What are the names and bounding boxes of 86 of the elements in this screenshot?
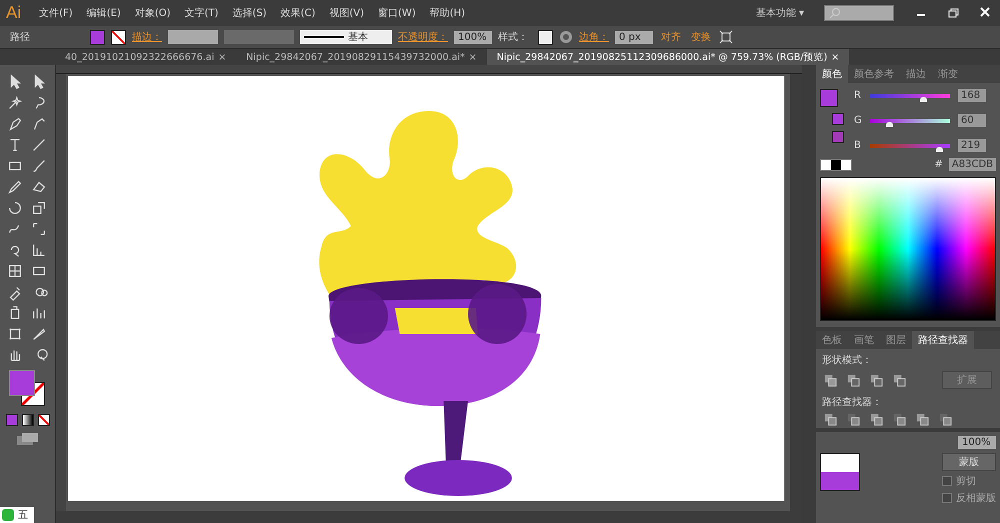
- slider-thumb[interactable]: [886, 122, 894, 126]
- stroke-label[interactable]: 描边：: [132, 30, 162, 44]
- panel-tab[interactable]: 颜色: [816, 65, 848, 83]
- channel-value-field[interactable]: 168: [958, 89, 986, 102]
- shape-mode-icon[interactable]: [824, 374, 837, 386]
- recolor-icon[interactable]: [559, 30, 573, 44]
- fill-and-stroke-swatches[interactable]: [8, 370, 46, 408]
- style-swatch[interactable]: [538, 30, 553, 44]
- align-link[interactable]: 对齐: [659, 30, 683, 44]
- menu-item[interactable]: 帮助(H): [424, 6, 472, 20]
- panel-tab[interactable]: 图层: [880, 331, 912, 349]
- menu-item[interactable]: 文字(T): [178, 6, 224, 20]
- panel-tab[interactable]: 路径查找器: [912, 331, 974, 349]
- channel-label: R: [854, 90, 862, 101]
- stroke-profile-dropdown[interactable]: 基本: [300, 30, 392, 44]
- search-icon: [829, 7, 841, 19]
- document-tab[interactable]: Nipic_29842067_20190825112309686000.ai* @ 759.73% (RGB/预览) ×: [486, 49, 850, 65]
- panel-tab[interactable]: 描边: [900, 65, 932, 83]
- corner-label[interactable]: 边角：: [579, 30, 609, 44]
- channel-value-field[interactable]: 219: [958, 139, 986, 152]
- document-tab[interactable]: Nipic_29842067_20190829115439732000.ai* ×: [236, 49, 487, 65]
- menu-item[interactable]: 编辑(E): [80, 6, 127, 20]
- app-logo: Ai: [6, 3, 22, 23]
- stroke-swatch[interactable]: [111, 30, 126, 44]
- pathfinder-icon[interactable]: [824, 413, 837, 426]
- pathfinder-icon[interactable]: [916, 413, 929, 426]
- pathfinder-icon[interactable]: [893, 413, 906, 426]
- object-thumbnail: [820, 453, 860, 491]
- menu-item[interactable]: 选择(S): [226, 6, 273, 20]
- color-spectrum[interactable]: [820, 177, 996, 321]
- workspace-switcher[interactable]: 基本功能 ▾: [750, 5, 810, 21]
- pathfinder-icon[interactable]: [939, 413, 952, 426]
- channel-label: G: [854, 115, 862, 126]
- option-label: 剪切: [956, 474, 976, 488]
- shape-mode-icon[interactable]: [847, 374, 860, 386]
- shape-mode-icon[interactable]: [870, 374, 883, 386]
- opacity-field[interactable]: 100%: [454, 30, 492, 44]
- document-tab[interactable]: 40_20191021092322666676.ai ×: [55, 49, 236, 65]
- tab-close-button[interactable]: ×: [831, 52, 840, 62]
- fill-swatch[interactable]: [90, 30, 105, 44]
- opacity-label[interactable]: 不透明度：: [398, 30, 448, 44]
- gradient-mode-swatch[interactable]: [22, 414, 34, 426]
- panel-tab[interactable]: 画笔: [848, 331, 880, 349]
- make-mask-button[interactable]: 蒙版: [942, 453, 996, 471]
- pathfinders-label: 路径查找器：: [821, 396, 883, 410]
- input-mode-label[interactable]: 五: [18, 508, 28, 522]
- style-label: 样式：: [498, 30, 528, 44]
- panel-tab[interactable]: 色板: [816, 331, 848, 349]
- corner-field[interactable]: 0 px: [615, 30, 653, 44]
- channel-value-field[interactable]: 60: [958, 114, 986, 127]
- checkbox[interactable]: [942, 493, 952, 503]
- none-mode-swatch[interactable]: [38, 414, 50, 426]
- tab-close-button[interactable]: ×: [468, 52, 477, 62]
- pathfinder-icon[interactable]: [870, 413, 883, 426]
- hex-field[interactable]: A83CDB: [948, 158, 996, 171]
- fill-color-swatch[interactable]: [820, 89, 838, 107]
- opacity-field[interactable]: 100%: [958, 436, 996, 449]
- input-method-logo-icon: [2, 509, 14, 521]
- search-field[interactable]: [824, 5, 894, 21]
- panel-tab[interactable]: 颜色参考: [848, 65, 900, 83]
- shape-modes-label: 形状模式：: [821, 354, 873, 368]
- option-label: 反相蒙版: [956, 492, 996, 505]
- isolate-icon[interactable]: [719, 30, 733, 44]
- hex-label: #: [934, 159, 943, 170]
- transform-link[interactable]: 变换: [689, 30, 713, 44]
- shape-mode-icon[interactable]: [893, 374, 906, 386]
- object-type-label: 路径: [10, 31, 30, 44]
- slider-thumb[interactable]: [920, 96, 927, 102]
- out-of-web-color-swatch[interactable]: [832, 113, 844, 125]
- stroke-weight-field[interactable]: [168, 30, 218, 44]
- quick-swatch-strip[interactable]: [820, 158, 852, 170]
- out-of-gamut-swatch[interactable]: [832, 131, 844, 143]
- pathfinder-icon[interactable]: [847, 413, 860, 426]
- pencil-icon[interactable]: [6, 178, 24, 196]
- tab-close-button[interactable]: ×: [218, 52, 226, 62]
- menu-item[interactable]: 效果(C): [274, 6, 322, 20]
- menu-item[interactable]: 文件(F): [33, 6, 79, 20]
- menu-item[interactable]: 窗口(W): [372, 6, 422, 20]
- checkbox[interactable]: [942, 476, 952, 486]
- menu-item[interactable]: 对象(O): [128, 6, 176, 20]
- slider-thumb[interactable]: [936, 146, 943, 152]
- panel-tab[interactable]: 渐变: [932, 65, 964, 83]
- screen-mode-icon[interactable]: [16, 432, 40, 446]
- menu-item[interactable]: 视图(V): [323, 6, 370, 20]
- color-mode-swatch[interactable]: [6, 414, 18, 426]
- channel-label: B: [854, 140, 862, 151]
